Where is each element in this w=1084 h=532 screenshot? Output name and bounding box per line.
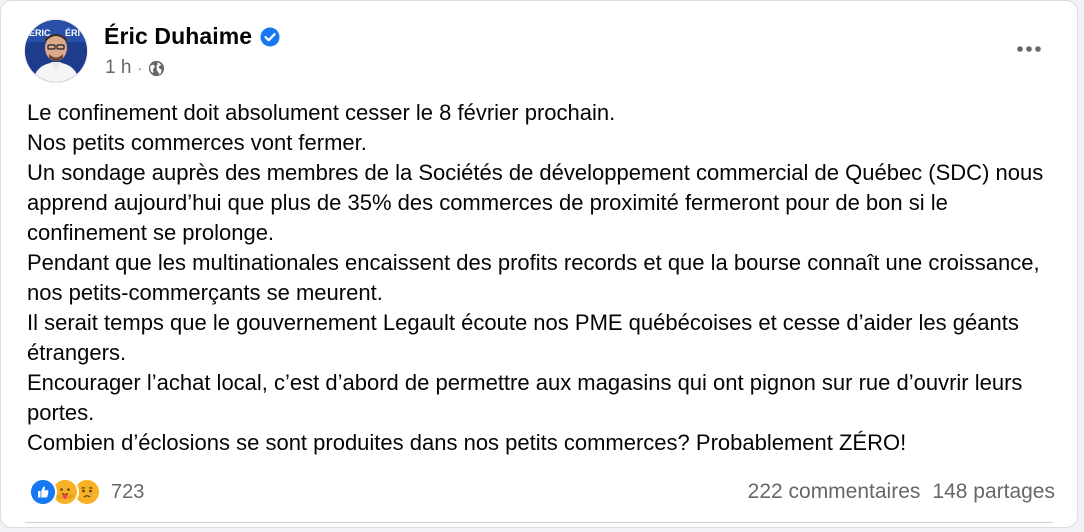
post-paragraph: Nos petits commerces vont fermer. [27, 130, 367, 155]
post-header: Éric Duhaime [104, 23, 280, 50]
post-paragraph: Il serait temps que le gouvernement Lega… [27, 310, 1019, 365]
shares-count-link[interactable]: 148 partages [932, 480, 1055, 504]
like-reaction-icon [29, 478, 57, 506]
post-paragraph: Pendant que les multinationales encaisse… [27, 250, 1040, 305]
post-paragraph: Encourager l’achat local, c’est d’abord … [27, 370, 1023, 425]
author-avatar[interactable]: ÉRIC ÉRI [25, 20, 87, 82]
verified-badge-icon [260, 27, 280, 47]
author-avatar-image: ÉRIC ÉRI [25, 20, 87, 82]
reaction-count: 723 [111, 480, 145, 503]
globe-icon[interactable] [148, 60, 165, 77]
post-paragraph: Un sondage auprès des membres de la Soci… [27, 160, 1044, 245]
post-timestamp[interactable]: 1 h [105, 57, 131, 79]
post-paragraph: Combien d’éclosions se sont produites da… [27, 430, 907, 455]
more-horizontal-icon [1017, 46, 1041, 52]
meta-separator: · [137, 60, 143, 76]
engagement-stats: 222 commentaires 148 partages [748, 480, 1055, 504]
author-name[interactable]: Éric Duhaime [104, 23, 252, 50]
post-paragraph: Le confinement doit absolument cesser le… [27, 100, 616, 125]
svg-text:ÉRI: ÉRI [65, 28, 80, 38]
post-meta: 1 h · [105, 57, 165, 79]
comments-count-link[interactable]: 222 commentaires [748, 480, 921, 504]
svg-text:ÉRIC: ÉRIC [29, 28, 51, 38]
more-options-button[interactable] [1011, 37, 1047, 61]
post-body: Le confinement doit absolument cesser le… [27, 98, 1067, 458]
reactions-summary[interactable]: 723 [29, 478, 144, 506]
post-card: ÉRIC ÉRI Éric Duhaime 1 h · Le confineme… [0, 0, 1078, 528]
actions-divider [25, 522, 1053, 523]
